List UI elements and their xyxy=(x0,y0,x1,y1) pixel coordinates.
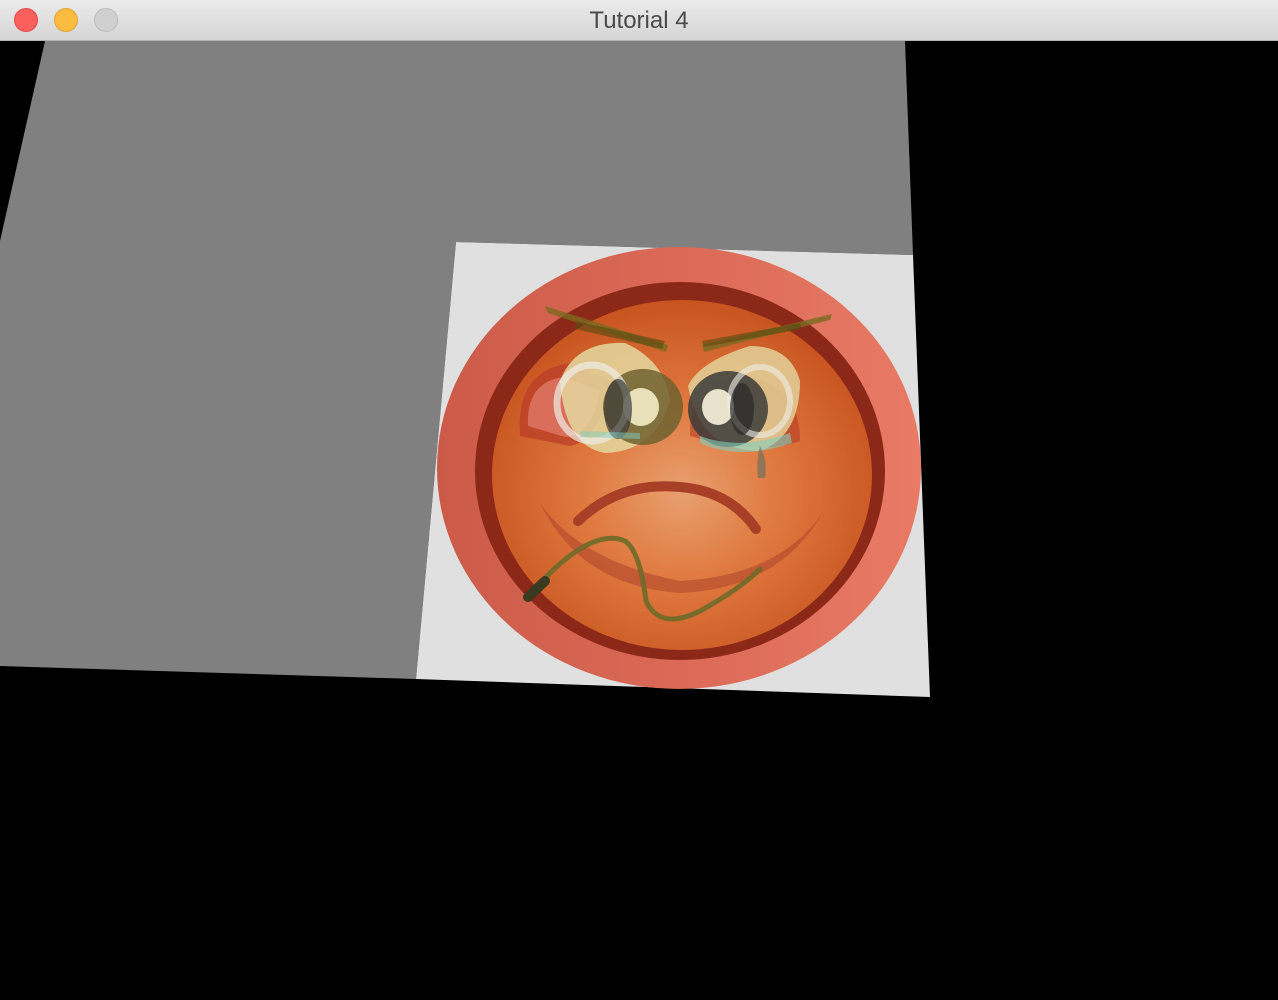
app-window: Tutorial 4 xyxy=(0,0,1278,1000)
angry-smiley-texture xyxy=(437,247,921,689)
scene-canvas xyxy=(0,41,930,697)
gl-viewport[interactable] xyxy=(0,41,1278,1000)
title-bar[interactable]: Tutorial 4 xyxy=(0,0,1278,41)
window-title: Tutorial 4 xyxy=(589,7,689,34)
